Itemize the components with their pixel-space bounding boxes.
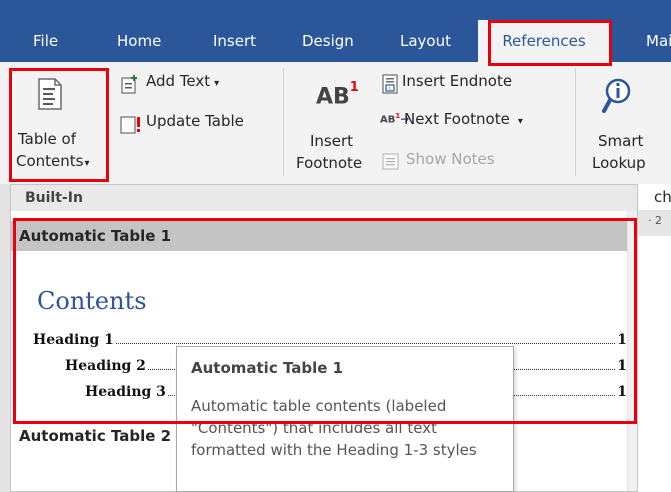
next-footnote-label: Next Footnote ▾ <box>404 110 523 128</box>
next-footnote-dropdown-icon: ▾ <box>517 116 523 127</box>
show-notes-icon <box>382 153 399 170</box>
tab-mailings[interactable]: Mail <box>646 20 671 62</box>
next-footnote-button[interactable]: AB1➜ Next Footnote ▾ <box>380 107 550 133</box>
automatic-table-2-item[interactable]: Automatic Table 2 <box>11 427 171 445</box>
tooltip-description: Automatic table contents (labeled "Conte… <box>191 397 477 459</box>
update-table-icon <box>120 116 140 134</box>
smart-lookup-icon <box>602 78 631 113</box>
insert-endnote-button[interactable]: i Insert Endnote <box>380 72 550 96</box>
tab-insert[interactable]: Insert <box>213 20 256 62</box>
research-group-partial: ch <box>654 188 671 206</box>
smart-lookup-label-line1: Smart <box>598 132 644 150</box>
tab-file[interactable]: File <box>33 20 58 62</box>
update-table-label: Update Table <box>146 112 244 130</box>
add-text-button[interactable]: Add Text ▾ <box>120 72 270 96</box>
show-notes-label: Show Notes <box>406 150 495 168</box>
add-text-icon <box>121 75 137 94</box>
ribbon-separator <box>283 68 284 176</box>
preview-toc-entry: Heading 11 <box>33 332 627 348</box>
add-text-dropdown-icon: ▾ <box>214 78 220 89</box>
tooltip-title: Automatic Table 1 <box>191 359 344 377</box>
insert-footnote-label-line2: Footnote <box>296 154 363 172</box>
toc-label-line2: Contents▾ <box>16 152 90 170</box>
tab-layout[interactable]: Layout <box>400 20 451 62</box>
insert-endnote-label: Insert Endnote <box>402 72 513 90</box>
ribbon-tab-bar: File Home Insert Design Layout Reference… <box>0 0 671 62</box>
insert-footnote-icon: AB1 <box>316 80 359 110</box>
automatic-table-1-tooltip: Automatic Table 1 Automatic table conten… <box>176 346 514 492</box>
toc-label-line1: Table of <box>18 130 77 148</box>
ruler-number: · 2 <box>648 214 662 227</box>
tab-references[interactable]: References <box>478 20 610 62</box>
ribbon-separator <box>575 68 576 176</box>
insert-endnote-icon: i <box>382 74 398 94</box>
automatic-table-1-item[interactable]: Automatic Table 1 <box>11 221 637 251</box>
tab-design[interactable]: Design <box>302 20 354 62</box>
svg-text:i: i <box>389 86 390 92</box>
gallery-scrollbar[interactable] <box>627 211 637 491</box>
table-of-contents-button[interactable]: Table of Contents▾ <box>14 68 106 180</box>
insert-footnote-label-line1: Insert <box>310 132 354 150</box>
show-notes-button: Show Notes <box>380 150 530 174</box>
toc-icon <box>38 78 62 110</box>
preview-toc-title: Contents <box>37 287 147 315</box>
smart-lookup-label-line2: Lookup <box>592 154 646 172</box>
document-left-margin <box>0 184 10 492</box>
add-text-label: Add Text ▾ <box>146 72 220 90</box>
toc-dropdown-icon: ▾ <box>84 158 90 169</box>
ruler: · 2 <box>638 210 671 236</box>
ribbon-references: Table of Contents▾ Add Text ▾ Update Tabl… <box>0 62 671 184</box>
smart-lookup-button[interactable]: Smart Lookup <box>586 68 656 180</box>
tab-home[interactable]: Home <box>117 20 161 62</box>
update-table-button[interactable]: Update Table <box>120 112 270 136</box>
gallery-section-header: Built-In <box>11 185 637 211</box>
insert-footnote-button[interactable]: AB1 Insert Footnote <box>292 68 372 180</box>
